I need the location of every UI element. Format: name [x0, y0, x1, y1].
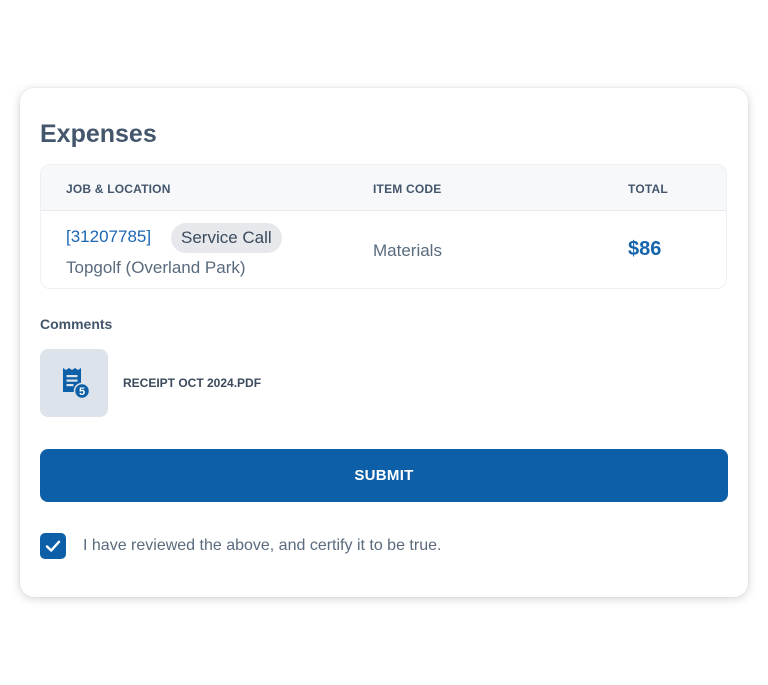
expenses-card: Expenses JOB & LOCATION ITEM CODE TOTAL … [20, 88, 748, 597]
job-type-badge: Service Call [171, 223, 282, 253]
item-code: Materials [373, 241, 442, 260]
attachment-file-name[interactable]: RECEIPT OCT 2024.PDF [123, 376, 261, 390]
certify-checkbox[interactable] [40, 533, 66, 559]
attachment-count-badge: 5 [79, 386, 85, 398]
job-id-link[interactable]: [31207785] [66, 227, 151, 247]
table-header: JOB & LOCATION ITEM CODE TOTAL [41, 165, 726, 211]
attachment-thumbnail[interactable]: 5 [40, 349, 108, 417]
expenses-table: JOB & LOCATION ITEM CODE TOTAL [31207785… [40, 164, 727, 289]
table-row: [31207785] Service Call Topgolf (Overlan… [41, 211, 726, 288]
column-header-item-code: ITEM CODE [373, 182, 442, 196]
certify-label: I have reviewed the above, and certify i… [83, 537, 442, 554]
receipt-icon: 5 [63, 368, 90, 400]
expense-total: $86 [628, 238, 662, 260]
checkmark-icon [45, 540, 61, 552]
comments-label: Comments [40, 316, 113, 332]
submit-button[interactable]: SUBMIT [40, 449, 728, 502]
column-header-job-location: JOB & LOCATION [66, 182, 171, 196]
column-header-total: TOTAL [628, 182, 668, 196]
job-location: Topgolf (Overland Park) [66, 258, 246, 277]
page-title: Expenses [40, 120, 157, 148]
